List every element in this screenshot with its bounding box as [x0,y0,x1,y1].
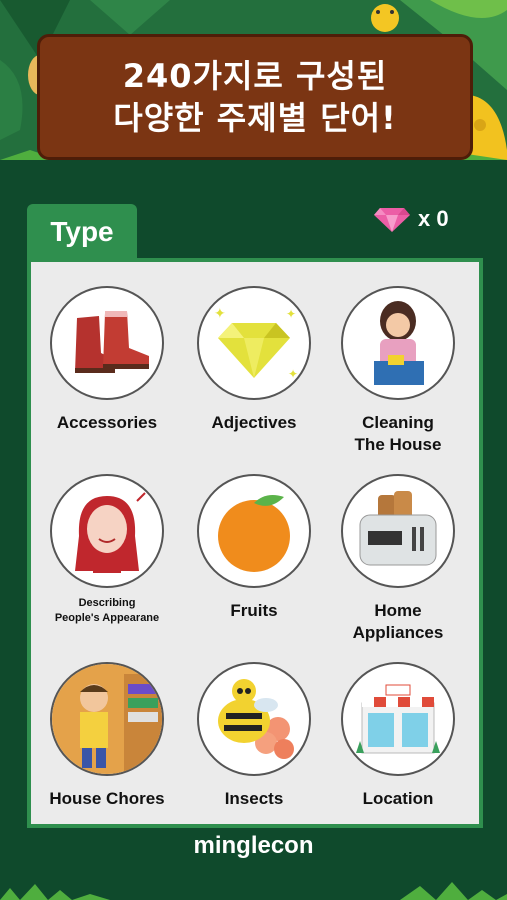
type-tab[interactable]: Type [27,204,137,260]
category-insects-image [197,662,311,776]
storefront-icon [356,684,440,754]
diamond-icon: ✦ ✦ ✦ [214,306,298,381]
red-hair-woman-icon [75,492,146,573]
category-label: Home Appliances [352,601,444,642]
category-grid: Accessories ✦ ✦ ✦ Adjectives Cleaning Th… [31,262,479,824]
bee-icon [218,679,294,759]
category-location-image [341,662,455,776]
category-label: Accessories [56,413,158,432]
banner-title-line-1: 240가지로 구성된 [122,57,388,95]
category-label: Insects [224,789,284,808]
svg-text:✦: ✦ [288,367,298,381]
category-accessories-image [50,286,164,400]
gem-counter: x 0 [374,206,449,232]
toaster-icon [359,491,437,566]
category-fruits[interactable]: Fruits [179,474,329,622]
brand-logo: minglecon [193,832,314,859]
category-panel: Accessories ✦ ✦ ✦ Adjectives Cleaning Th… [27,258,483,828]
category-adjectives[interactable]: ✦ ✦ ✦ Adjectives [179,286,329,434]
category-fruits-image [197,474,311,588]
boots-icon [75,311,149,373]
category-house-chores[interactable]: House Chores [32,662,182,810]
title-banner: 240가지로 구성된 다양한 주제별 단어! [37,34,473,160]
category-describing-image [50,474,164,588]
category-location[interactable]: Location [323,662,473,810]
category-label: Fruits [230,601,278,620]
gem-count: x 0 [418,206,449,231]
grass-decoration [0,882,507,900]
category-cleaning-image [341,286,455,400]
category-label: House Chores [49,789,165,808]
banner-title-line-2: 다양한 주제별 단어! [113,99,397,137]
category-home-appliances[interactable]: Home Appliances [323,474,473,644]
category-label: Location [362,789,434,808]
category-cleaning-the-house[interactable]: Cleaning The House [323,286,473,456]
gem-icon [374,208,410,232]
category-house-chores-image [50,662,164,776]
svg-text:✦: ✦ [286,307,296,321]
category-describing-appearance[interactable]: Describing People's Appearane [32,474,182,626]
category-accessories[interactable]: Accessories [32,286,182,434]
cleaning-woman-icon [374,301,424,385]
category-label: Cleaning The House [354,413,442,454]
orange-icon [218,495,290,572]
category-insects[interactable]: Insects [179,662,329,810]
boy-closet-icon [52,664,162,774]
category-adjectives-image: ✦ ✦ ✦ [197,286,311,400]
svg-text:✦: ✦ [214,306,226,322]
category-home-appliances-image [341,474,455,588]
category-label: Adjectives [211,413,297,432]
category-label: Describing People's Appearane [54,597,160,624]
